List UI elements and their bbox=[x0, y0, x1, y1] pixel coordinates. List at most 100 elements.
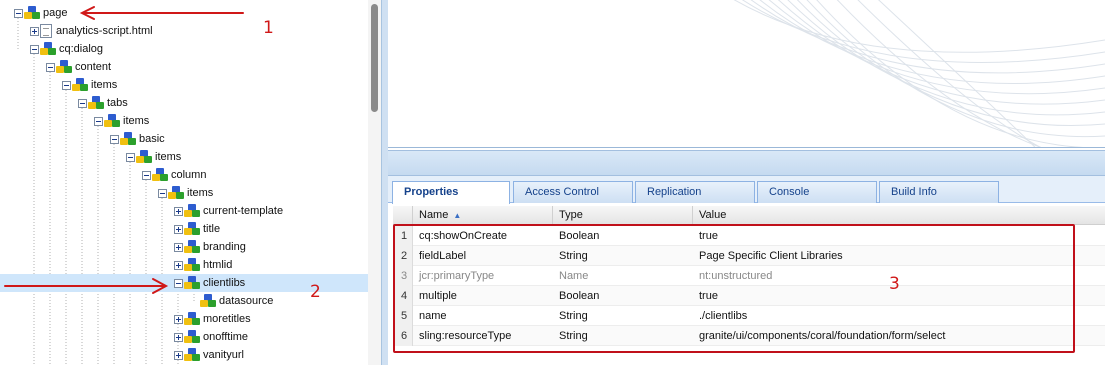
tree-node-page[interactable]: page bbox=[14, 4, 67, 22]
scrollbar-thumb[interactable] bbox=[371, 4, 378, 112]
collapse-icon[interactable] bbox=[158, 188, 167, 198]
property-type: String bbox=[559, 330, 588, 342]
property-type: Boolean bbox=[559, 230, 600, 242]
tab-console[interactable]: Console bbox=[757, 181, 877, 203]
expand-icon[interactable] bbox=[174, 242, 183, 252]
tree-node-tabs[interactable]: tabs bbox=[78, 94, 128, 112]
column-header-name[interactable]: Name ▲ bbox=[413, 206, 553, 225]
tree-node-label: items bbox=[187, 187, 214, 199]
collapse-icon[interactable] bbox=[46, 62, 55, 72]
node-icon bbox=[40, 42, 56, 56]
row-number: 2 bbox=[393, 246, 413, 266]
tree-node-label: moretitles bbox=[203, 313, 251, 325]
tree-scrollbar[interactable] bbox=[368, 0, 381, 365]
tree-node-label: content bbox=[75, 61, 112, 73]
collapse-icon[interactable] bbox=[78, 98, 87, 108]
background-swirl bbox=[733, 0, 1105, 147]
tree-node-items[interactable]: items bbox=[94, 112, 149, 130]
tree-node-current-template[interactable]: current-template bbox=[174, 202, 283, 220]
tree-node-content[interactable]: content bbox=[46, 58, 111, 76]
tree-node-label: branding bbox=[203, 241, 246, 253]
panel-splitter[interactable] bbox=[381, 0, 388, 365]
property-row[interactable]: 5 name String ./clientlibs bbox=[393, 306, 1105, 326]
tree-node-column[interactable]: column bbox=[142, 166, 206, 184]
properties-tab-bar: Properties Access Control Replication Co… bbox=[388, 176, 1105, 204]
collapse-icon[interactable] bbox=[110, 134, 119, 144]
tree-node-branding[interactable]: branding bbox=[174, 238, 246, 256]
tree-node-title[interactable]: title bbox=[174, 220, 220, 238]
property-value: ./clientlibs bbox=[699, 310, 748, 322]
expand-icon[interactable] bbox=[174, 314, 183, 324]
tree-node-vanityurl[interactable]: vanityurl bbox=[174, 346, 244, 364]
property-value: true bbox=[699, 230, 718, 242]
tree-node-clientlibs[interactable]: clientlibs bbox=[0, 274, 368, 292]
tree-node-items[interactable]: items bbox=[158, 184, 213, 202]
tree-node-analytics-script[interactable]: analytics-script.html bbox=[30, 22, 153, 40]
tree-node-cq-dialog[interactable]: cq:dialog bbox=[30, 40, 103, 58]
property-type: String bbox=[559, 310, 588, 322]
property-row[interactable]: 1 cq:showOnCreate Boolean true bbox=[393, 226, 1105, 246]
property-row[interactable]: 3 jcr:primaryType Name nt:unstructured bbox=[393, 266, 1105, 286]
tab-properties[interactable]: Properties bbox=[392, 181, 510, 204]
node-icon bbox=[184, 276, 200, 290]
property-name: jcr:primaryType bbox=[419, 270, 495, 282]
repository-tree: page analytics-script.html cq:dialog conten… bbox=[0, 0, 368, 365]
property-name: sling:resourceType bbox=[419, 330, 512, 342]
column-header-type[interactable]: Type bbox=[553, 206, 693, 225]
node-icon bbox=[104, 114, 120, 128]
property-row[interactable]: 4 multiple Boolean true bbox=[393, 286, 1105, 306]
property-name: multiple bbox=[419, 290, 457, 302]
tree-node-label: onofftime bbox=[203, 331, 249, 343]
column-header-value[interactable]: Value bbox=[693, 206, 1105, 225]
tree-node-basic[interactable]: basic bbox=[110, 130, 165, 148]
expand-icon[interactable] bbox=[30, 26, 39, 36]
collapse-icon[interactable] bbox=[126, 152, 135, 162]
expand-icon[interactable] bbox=[174, 260, 183, 270]
sort-asc-icon: ▲ bbox=[453, 211, 462, 220]
tree-node-moretitles[interactable]: moretitles bbox=[174, 310, 251, 328]
node-icon bbox=[184, 204, 200, 218]
tree-node-onofftime[interactable]: onofftime bbox=[174, 328, 248, 346]
tree-node-label: current-template bbox=[203, 205, 284, 217]
row-number: 3 bbox=[393, 266, 413, 286]
tree-node-label: analytics-script.html bbox=[56, 25, 153, 37]
tab-access-control[interactable]: Access Control bbox=[513, 181, 633, 203]
properties-grid: Name ▲ Type Value 1 cq:showOnCreate Boolea… bbox=[393, 206, 1105, 365]
node-icon bbox=[184, 330, 200, 344]
row-number: 5 bbox=[393, 306, 413, 326]
node-icon bbox=[24, 6, 40, 20]
tree-node-htmlid[interactable]: htmlid bbox=[174, 256, 232, 274]
tree-node-datasource[interactable]: datasource bbox=[190, 292, 273, 310]
tree-node-label: basic bbox=[139, 133, 165, 145]
tree-node-items[interactable]: items bbox=[62, 76, 117, 94]
expand-icon[interactable] bbox=[174, 224, 183, 234]
collapse-icon[interactable] bbox=[94, 116, 103, 126]
property-value: granite/ui/components/coral/foundation/f… bbox=[699, 330, 946, 342]
collapse-icon[interactable] bbox=[62, 80, 71, 90]
panel-header-bar bbox=[388, 150, 1105, 176]
property-value: true bbox=[699, 290, 718, 302]
tab-replication[interactable]: Replication bbox=[635, 181, 755, 203]
collapse-icon[interactable] bbox=[14, 8, 23, 18]
collapse-icon[interactable] bbox=[30, 44, 39, 54]
expand-icon[interactable] bbox=[174, 206, 183, 216]
property-row[interactable]: 2 fieldLabel String Page Specific Client Li… bbox=[393, 246, 1105, 266]
row-number: 4 bbox=[393, 286, 413, 306]
property-type: Boolean bbox=[559, 290, 600, 302]
tree-node-label: cq:dialog bbox=[59, 43, 104, 55]
property-name: name bbox=[419, 310, 447, 322]
tree-node-items[interactable]: items bbox=[126, 148, 181, 166]
collapse-icon[interactable] bbox=[174, 278, 183, 288]
node-icon bbox=[152, 168, 168, 182]
tree-node-label: items bbox=[155, 151, 182, 163]
file-icon bbox=[40, 24, 52, 38]
tree-node-label: tabs bbox=[107, 97, 128, 109]
node-icon bbox=[184, 258, 200, 272]
property-row[interactable]: 6 sling:resourceType String granite/ui/comp… bbox=[393, 326, 1105, 346]
collapse-icon[interactable] bbox=[142, 170, 151, 180]
expand-icon[interactable] bbox=[174, 350, 183, 360]
tab-build-info[interactable]: Build Info bbox=[879, 181, 999, 203]
property-name: cq:showOnCreate bbox=[419, 230, 508, 242]
expand-icon[interactable] bbox=[174, 332, 183, 342]
node-icon bbox=[184, 240, 200, 254]
